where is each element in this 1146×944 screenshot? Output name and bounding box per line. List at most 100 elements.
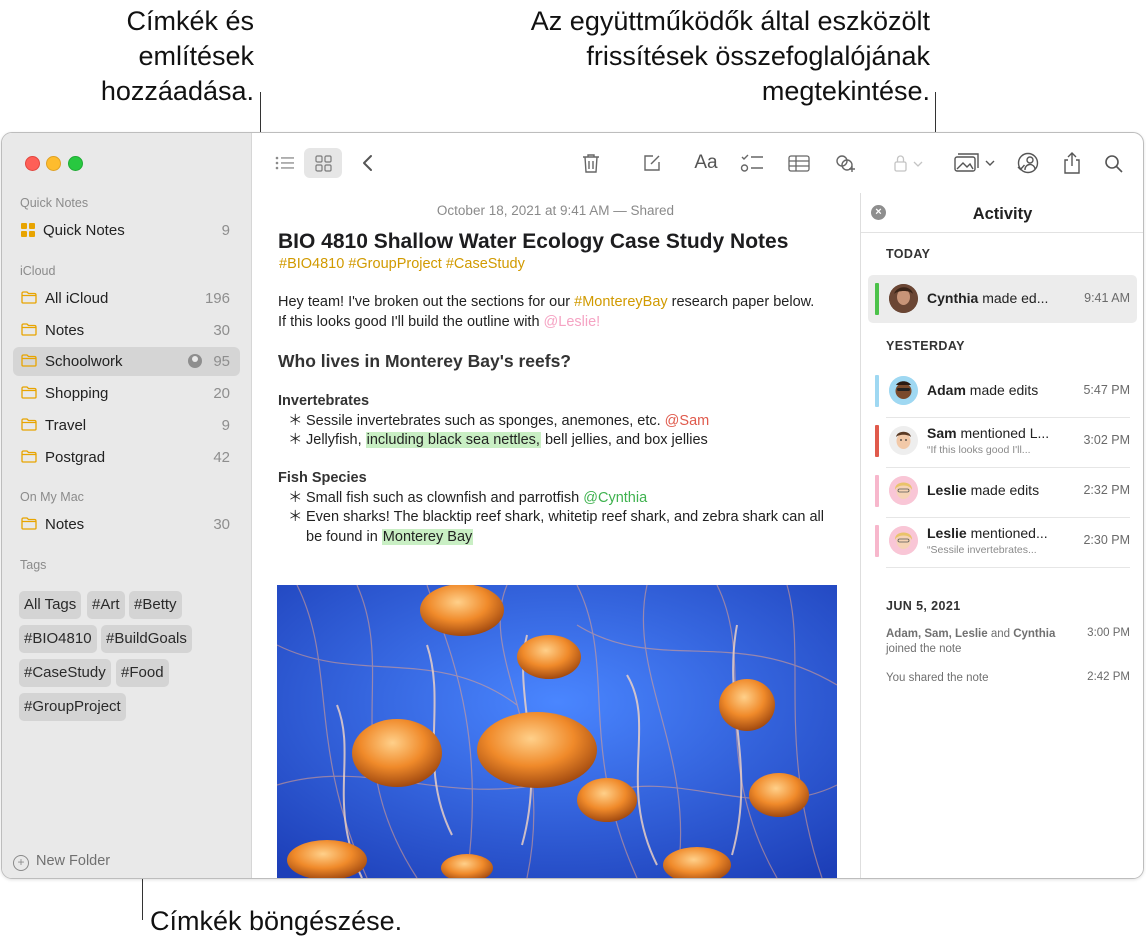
table-button[interactable] xyxy=(786,148,812,178)
mention-leslie[interactable]: @Leslie! xyxy=(544,314,601,330)
checklist-icon xyxy=(740,154,763,172)
back-button[interactable] xyxy=(357,148,377,178)
format-icon: Aa xyxy=(694,152,718,173)
close-window-button[interactable] xyxy=(25,156,40,171)
list-item: ＊ Jellyfish, including black sea nettles… xyxy=(288,432,708,448)
gallery-view-button[interactable] xyxy=(304,148,342,178)
note-hashtags[interactable]: #BIO4810 #GroupProject #CaseStudy xyxy=(279,256,525,272)
activity-panel: × Activity TODAY Cynthia made ed... 9:41… xyxy=(860,193,1143,878)
quick-notes-icon xyxy=(21,223,35,237)
tag-all-tags[interactable]: All Tags xyxy=(19,591,82,619)
sidebar-item-quick-notes[interactable]: Quick Notes 9 xyxy=(13,216,240,245)
sidebar-item-count: 20 xyxy=(213,385,230,403)
activity-item-cynthia[interactable]: Cynthia made ed... 9:41 AM xyxy=(868,275,1137,323)
sidebar-item-postgrad[interactable]: Postgrad 42 xyxy=(13,443,240,472)
note-title: BIO 4810 Shallow Water Ecology Case Stud… xyxy=(278,230,789,253)
shared-folder-icon xyxy=(188,354,202,369)
sidebar-item-schoolwork[interactable]: Schoolwork 95 xyxy=(13,347,240,377)
plus-circle-icon: + xyxy=(13,855,29,871)
sidebar-item-label: Shopping xyxy=(45,385,109,403)
activity-color-bar xyxy=(875,283,879,315)
delete-button[interactable] xyxy=(579,148,603,178)
activity-item-sam[interactable]: Sam mentioned L... “If this looks good I… xyxy=(868,417,1137,465)
sidebar-item-travel[interactable]: Travel 9 xyxy=(13,411,240,440)
activity-time: 5:47 PM xyxy=(1083,383,1130,397)
activity-time: 2:42 PM xyxy=(1087,671,1130,683)
compose-button[interactable] xyxy=(640,148,664,178)
media-button[interactable] xyxy=(952,148,1000,178)
activity-time: 9:41 AM xyxy=(1084,291,1130,305)
folder-icon xyxy=(21,517,37,530)
zoom-window-button[interactable] xyxy=(68,156,83,171)
sidebar-item-count: 196 xyxy=(204,290,230,307)
sidebar-item-shopping[interactable]: Shopping 20 xyxy=(13,379,240,408)
list-view-icon xyxy=(275,156,294,170)
activity-item-leslie-edits[interactable]: Leslie made edits 2:32 PM xyxy=(868,467,1137,515)
activity-event-joined: Adam, Sam, Leslie and Cynthia joined the… xyxy=(886,628,1056,655)
share-button[interactable] xyxy=(1060,148,1084,178)
tag-groupproject[interactable]: #GroupProject xyxy=(19,693,126,721)
callout-activity-summary: Az együttműködők által eszközölt frissít… xyxy=(530,6,930,106)
tag-buildgoals[interactable]: #BuildGoals xyxy=(101,625,192,653)
sidebar: Quick Notes Quick Notes 9 iCloud All iCl… xyxy=(2,133,252,878)
activity-title: Activity xyxy=(972,205,1033,223)
sidebar-item-count: 9 xyxy=(221,222,230,239)
activity-day-jun5: JUN 5, 2021 xyxy=(886,599,961,613)
gallery-view-icon xyxy=(314,154,332,172)
sidebar-item-notes[interactable]: Notes 30 xyxy=(13,510,240,539)
note-date: October 18, 2021 at 9:41 AM — Shared xyxy=(436,203,675,218)
sidebar-item-label: Postgrad xyxy=(45,448,106,466)
new-folder-button[interactable]: + New Folder xyxy=(13,853,110,871)
divider xyxy=(886,567,1130,568)
sidebar-item-all-icloud[interactable]: All iCloud 196 xyxy=(13,284,240,313)
link-icon xyxy=(836,155,855,172)
tag-betty[interactable]: #Betty xyxy=(129,591,182,619)
fish-species-heading: Fish Species xyxy=(278,470,367,486)
mention-cynthia[interactable]: @Cynthia xyxy=(583,490,647,506)
back-icon xyxy=(363,155,372,171)
folder-icon xyxy=(21,323,37,336)
activity-time: 2:30 PM xyxy=(1083,533,1130,547)
tag-food[interactable]: #Food xyxy=(116,659,169,687)
collaborate-button[interactable] xyxy=(1014,148,1042,178)
highlighted-text: Monterey Bay xyxy=(381,528,474,545)
minimize-window-button[interactable] xyxy=(46,156,61,171)
compose-icon xyxy=(644,155,660,171)
list-view-button[interactable] xyxy=(272,148,298,178)
lock-button[interactable] xyxy=(889,148,929,178)
activity-color-bar xyxy=(875,375,879,407)
activity-subtext: “If this looks good I'll... xyxy=(927,444,1031,456)
sidebar-item-count: 9 xyxy=(221,416,230,434)
sidebar-item-notes[interactable]: Notes 30 xyxy=(13,316,240,345)
note-heading: Who lives in Monterey Bay's reefs? xyxy=(278,351,571,371)
sidebar-item-label: Travel xyxy=(45,416,87,434)
avatar-leslie xyxy=(889,476,918,505)
activity-time: 3:00 PM xyxy=(1087,627,1130,639)
new-folder-label: New Folder xyxy=(36,853,111,869)
table-icon xyxy=(788,154,810,172)
activity-item-leslie-mention[interactable]: Leslie mentioned... “Sessile invertebrat… xyxy=(868,517,1137,565)
lock-icon xyxy=(894,155,923,172)
tag-art[interactable]: #Art xyxy=(87,591,125,619)
hashtag-montereybay[interactable]: #MontereyBay xyxy=(574,294,668,310)
activity-text: Leslie made edits xyxy=(927,482,1040,498)
mention-sam[interactable]: @Sam xyxy=(665,413,710,429)
format-button[interactable]: Aa xyxy=(692,148,720,178)
folder-icon xyxy=(21,291,37,304)
jellyfish-photo[interactable] xyxy=(277,585,837,878)
tag-bio4810[interactable]: #BIO4810 xyxy=(19,625,97,653)
sidebar-item-label: Notes xyxy=(45,321,85,339)
section-header-tags: Tags xyxy=(20,558,47,572)
search-button[interactable] xyxy=(1101,148,1125,178)
list-item: ＊ Small fish such as clownfish and parro… xyxy=(288,490,648,506)
sidebar-item-count: 42 xyxy=(213,448,230,466)
link-button[interactable] xyxy=(832,148,858,178)
activity-day-today: TODAY xyxy=(886,247,931,261)
activity-item-adam[interactable]: Adam made edits 5:47 PM xyxy=(868,367,1137,415)
tag-casestudy[interactable]: #CaseStudy xyxy=(19,659,111,687)
activity-time: 3:02 PM xyxy=(1083,433,1130,447)
checklist-button[interactable] xyxy=(739,148,765,178)
search-icon xyxy=(1104,154,1123,173)
folder-icon xyxy=(21,449,37,463)
activity-text: Leslie mentioned... xyxy=(927,525,1048,541)
